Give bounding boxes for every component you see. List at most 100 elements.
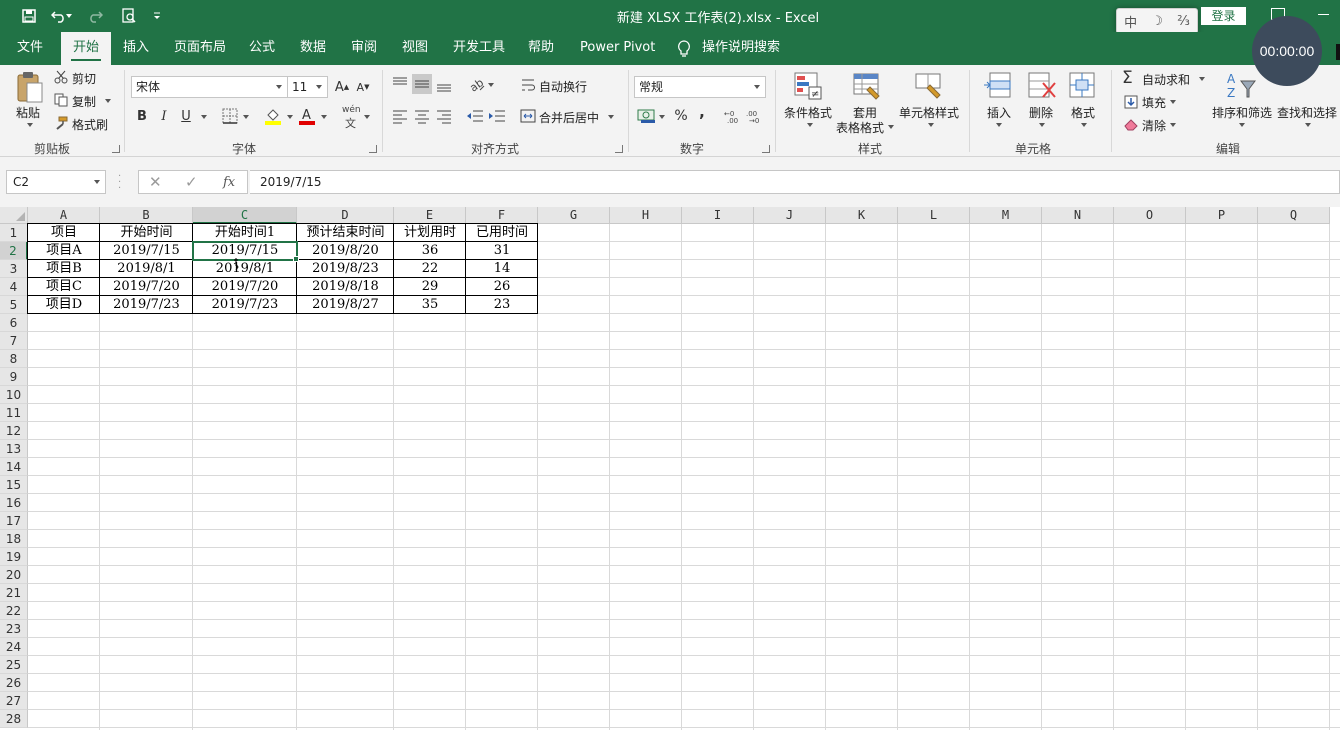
find-select-label[interactable]: 查找和选择	[1277, 104, 1337, 121]
data-cell[interactable]: 36	[394, 242, 466, 260]
data-cell[interactable]: 2019/8/20	[297, 242, 394, 260]
header-cell[interactable]: 开始时间1	[193, 224, 297, 242]
data-cell[interactable]: 29	[394, 278, 466, 296]
font-size-select[interactable]: 11	[288, 76, 328, 98]
number-format-dropdown-icon[interactable]	[754, 85, 760, 89]
conditional-dropdown-icon[interactable]	[807, 123, 813, 127]
borders-dropdown-icon[interactable]	[243, 115, 249, 119]
clipboard-launcher-icon[interactable]	[112, 145, 120, 153]
data-cell[interactable]: 项目B	[28, 260, 100, 278]
data-cell[interactable]: 14	[466, 260, 538, 278]
borders-icon[interactable]	[222, 108, 238, 124]
customize-toolbar-icon[interactable]	[146, 6, 168, 26]
bold-button[interactable]: B	[133, 107, 151, 125]
column-header-m[interactable]: M	[970, 207, 1042, 224]
eraser-icon[interactable]	[1123, 117, 1139, 131]
cut-icon[interactable]	[54, 70, 68, 84]
cell-styles-dropdown-icon[interactable]	[928, 123, 934, 127]
underline-dropdown-icon[interactable]	[201, 115, 207, 119]
font-name-select[interactable]: 宋体	[131, 76, 288, 98]
tab-page-layout[interactable]: 页面布局	[172, 32, 228, 65]
column-header-o[interactable]: O	[1114, 207, 1186, 224]
increase-indent-icon[interactable]	[488, 108, 506, 124]
header-cell[interactable]: 预计结束时间	[297, 224, 394, 242]
worksheet-grid[interactable]: ABCDEFGHIJKLMNOPQ 1 2 3 4 5 6 7 8 9 10 11 12 13 14 15 1…	[0, 207, 1340, 730]
recording-timer[interactable]: 00:00:00	[1252, 16, 1322, 86]
column-header-j[interactable]: J	[754, 207, 826, 224]
column-header-b[interactable]: B	[100, 207, 193, 224]
conditional-formatting-icon[interactable]: ≠	[793, 71, 823, 101]
row-header-14[interactable]: 14	[0, 458, 28, 476]
align-right-icon[interactable]	[436, 108, 452, 124]
fill-color-icon[interactable]	[264, 107, 282, 125]
cut-label[interactable]: 剪切	[72, 70, 96, 87]
number-launcher-icon[interactable]	[762, 145, 770, 153]
increase-decimal-icon[interactable]: ←0.00	[724, 108, 742, 124]
column-header-g[interactable]: G	[538, 207, 610, 224]
font-color-icon[interactable]: A	[298, 107, 316, 125]
data-cell[interactable]: 2019/7/23	[193, 296, 297, 314]
tell-me-search[interactable]: 操作说明搜索	[700, 32, 782, 65]
formula-bar-grip[interactable]: · · ·	[118, 172, 121, 194]
font-name-dropdown-icon[interactable]	[276, 85, 282, 89]
comma-style-button[interactable]: ,	[693, 103, 711, 121]
column-header-p[interactable]: P	[1186, 207, 1258, 224]
header-cell[interactable]: 项目	[28, 224, 100, 242]
row-header-6[interactable]: 6	[0, 314, 28, 332]
select-all-icon[interactable]	[0, 207, 28, 224]
save-icon[interactable]	[18, 6, 40, 26]
row-header-22[interactable]: 22	[0, 602, 28, 620]
fill-label[interactable]: 填充	[1142, 94, 1166, 111]
insert-cells-label[interactable]: 插入	[987, 104, 1011, 121]
data-cell[interactable]: 项目A	[28, 242, 100, 260]
wrap-text-label[interactable]: 自动换行	[539, 78, 587, 95]
column-header-e[interactable]: E	[394, 207, 466, 224]
header-cell[interactable]: 已用时间	[466, 224, 538, 242]
column-header-c[interactable]: C	[193, 207, 297, 224]
row-header-3[interactable]: 3	[0, 260, 28, 278]
copy-dropdown-icon[interactable]	[105, 99, 111, 103]
tab-view[interactable]: 视图	[400, 32, 430, 65]
ime-chinese-icon[interactable]: 中	[1124, 12, 1137, 31]
autosum-icon[interactable]: Σ	[1122, 68, 1133, 88]
data-cell[interactable]: 31	[466, 242, 538, 260]
font-size-dropdown-icon[interactable]	[316, 85, 322, 89]
login-button[interactable]: 登录	[1201, 7, 1246, 25]
row-header-2[interactable]: 2	[0, 242, 28, 260]
name-box-dropdown-icon[interactable]	[94, 180, 100, 184]
tab-review[interactable]: 审阅	[349, 32, 379, 65]
row-header-23[interactable]: 23	[0, 620, 28, 638]
data-cell[interactable]: 2019/8/18	[297, 278, 394, 296]
header-cell[interactable]: 计划用时	[394, 224, 466, 242]
column-header-i[interactable]: I	[682, 207, 754, 224]
delete-cells-label[interactable]: 删除	[1029, 104, 1053, 121]
data-cell[interactable]: 2019/7/20	[100, 278, 193, 296]
column-header-k[interactable]: K	[826, 207, 898, 224]
increase-font-size-icon[interactable]: A ▲	[333, 78, 351, 96]
decrease-font-size-icon[interactable]: A ▼	[354, 78, 372, 96]
data-cell[interactable]: 2019/8/27	[297, 296, 394, 314]
row-header-25[interactable]: 25	[0, 656, 28, 674]
find-dropdown-icon[interactable]	[1305, 123, 1311, 127]
insert-dropdown-icon[interactable]	[996, 123, 1002, 127]
row-header-9[interactable]: 9	[0, 368, 28, 386]
row-header-10[interactable]: 10	[0, 386, 28, 404]
data-cell[interactable]: 2019/7/23	[100, 296, 193, 314]
data-cell[interactable]: 22	[394, 260, 466, 278]
row-header-27[interactable]: 27	[0, 692, 28, 710]
row-header-18[interactable]: 18	[0, 530, 28, 548]
data-cell[interactable]: 2019/8/23	[297, 260, 394, 278]
column-header-h[interactable]: H	[610, 207, 682, 224]
print-preview-icon[interactable]	[118, 6, 140, 26]
alignment-launcher-icon[interactable]	[615, 145, 623, 153]
phonetic-wen-label[interactable]: wén	[342, 105, 361, 115]
fill-icon[interactable]	[1124, 95, 1138, 109]
copy-label[interactable]: 复制	[72, 93, 96, 110]
accounting-format-icon[interactable]	[637, 108, 657, 124]
row-header-7[interactable]: 7	[0, 332, 28, 350]
wrap-text-icon[interactable]	[521, 78, 535, 92]
cell-styles-label[interactable]: 单元格样式	[899, 104, 959, 121]
underline-button[interactable]: U	[177, 107, 195, 125]
delete-cells-icon[interactable]	[1027, 71, 1057, 101]
percent-style-button[interactable]: %	[672, 107, 690, 125]
